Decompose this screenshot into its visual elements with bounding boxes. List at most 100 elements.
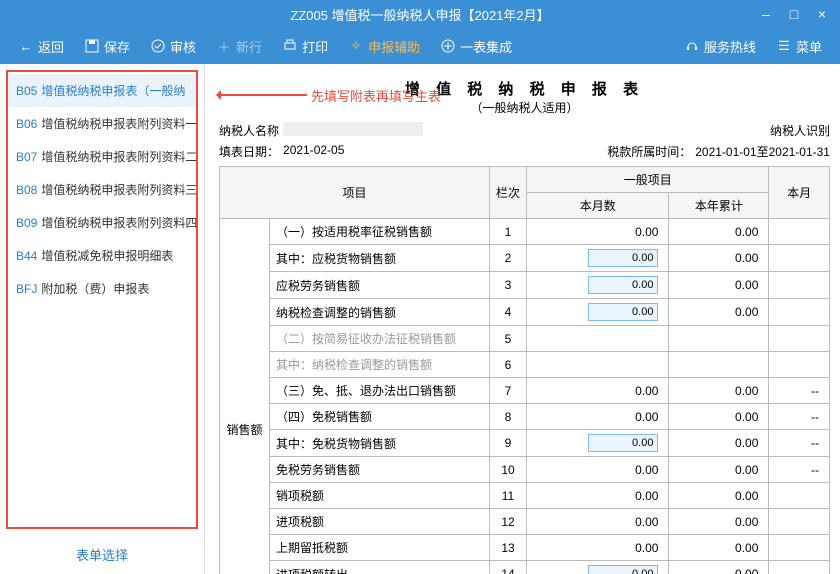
table-row: 上期留抵税额130.000.00 [220, 535, 830, 561]
th-month2: 本月 [769, 167, 830, 219]
extra-cell [769, 245, 830, 272]
table-row: 进项税额转出140.00 [220, 561, 830, 574]
menu-button[interactable]: ☰菜单 [768, 33, 830, 60]
year-cell: 0.00 [669, 219, 769, 245]
row-title: 进项税额 [270, 509, 490, 535]
sidebar-footer[interactable]: 表单选择 [0, 535, 204, 574]
table-row: 其中：应税货物销售额20.00 [220, 245, 830, 272]
report-table: 项目 栏次 一般项目 本月 本月数 本年累计 销售额（一）按适用税率征税销售额1… [219, 166, 830, 574]
payer-value [283, 122, 423, 136]
filldate-label: 填表日期： [219, 143, 279, 160]
month-input[interactable] [588, 303, 658, 321]
month-cell [527, 326, 669, 352]
group-cell: 销售额 [220, 219, 270, 574]
month-cell: 0.00 [527, 219, 669, 245]
extra-cell [769, 509, 830, 535]
sidebar-item-B44[interactable]: B44增值税减免税申报明细表 [8, 239, 196, 272]
month-input[interactable] [588, 276, 658, 294]
year-cell [669, 352, 769, 378]
sidebar-item-B08[interactable]: B08增值税纳税申报表附列资料三 [8, 173, 196, 206]
row-index: 11 [490, 483, 527, 509]
print-button[interactable]: 打印 [274, 33, 336, 60]
month-input[interactable] [588, 565, 658, 574]
month-cell: 0.00 [527, 378, 669, 404]
month-cell [527, 299, 669, 326]
sidebar-item-B06[interactable]: B06增值税纳税申报表附列资料一 [8, 107, 196, 140]
row-index: 8 [490, 404, 527, 430]
row-title: 进项税额转出 [270, 561, 490, 574]
hotline-button[interactable]: 服务热线 [676, 33, 764, 60]
row-title: （一）按适用税率征税销售额 [270, 219, 490, 245]
extra-cell [769, 272, 830, 299]
month-cell: 0.00 [527, 535, 669, 561]
month-cell [527, 561, 669, 574]
table-row: （四）免税销售额80.000.00-- [220, 404, 830, 430]
row-title: 应税劳务销售额 [270, 272, 490, 299]
month-cell [527, 272, 669, 299]
row-title: （三）免、抵、退办法出口销售额 [270, 378, 490, 404]
extra-cell [769, 535, 830, 561]
save-icon [84, 38, 100, 54]
plus-icon: ＋ [216, 38, 232, 54]
menu-icon: ☰ [776, 38, 792, 54]
extra-cell: -- [769, 404, 830, 430]
year-cell: 0.00 [669, 378, 769, 404]
table-row: 销项税额110.000.00 [220, 483, 830, 509]
title-bar: ZZ005 增值税一般纳税人申报【2021年2月】 – □ × [0, 0, 840, 28]
back-button[interactable]: ←返回 [10, 33, 72, 60]
sidebar-item-BFJ[interactable]: BFJ附加税（费）申报表 [8, 272, 196, 305]
year-cell: 0.00 [669, 509, 769, 535]
month-cell: 0.00 [527, 457, 669, 483]
extra-cell [769, 219, 830, 245]
sidebar: B05增值税纳税申报表（一般纳B06增值税纳税申报表附列资料一B07增值税纳税申… [0, 64, 205, 574]
month-cell [527, 245, 669, 272]
row-index: 10 [490, 457, 527, 483]
annotation-text: 先填写附表再填写主表 [311, 86, 441, 105]
sidebar-item-B07[interactable]: B07增值税纳税申报表附列资料二 [8, 140, 196, 173]
sidebar-item-B05[interactable]: B05增值税纳税申报表（一般纳 [8, 74, 196, 107]
extra-cell: -- [769, 457, 830, 483]
year-cell: 0.00 [669, 404, 769, 430]
integ-button[interactable]: 一表集成 [432, 33, 520, 60]
id-label: 纳税人识别 [770, 122, 830, 139]
month-input[interactable] [588, 249, 658, 267]
year-cell: 0.00 [669, 483, 769, 509]
row-index: 2 [490, 245, 527, 272]
month-cell [527, 430, 669, 457]
close-button[interactable]: × [812, 6, 832, 22]
row-title: 纳税检查调整的销售额 [270, 299, 490, 326]
month-cell: 0.00 [527, 483, 669, 509]
extra-cell [769, 561, 830, 574]
audit-button[interactable]: 审核 [142, 33, 204, 60]
row-index: 3 [490, 272, 527, 299]
row-title: 免税劳务销售额 [270, 457, 490, 483]
table-row: 销售额（一）按适用税率征税销售额10.000.00 [220, 219, 830, 245]
sidebar-list: B05增值税纳税申报表（一般纳B06增值税纳税申报表附列资料一B07增值税纳税申… [6, 70, 198, 529]
table-row: （二）按简易征收办法征税销售额5 [220, 326, 830, 352]
row-index: 6 [490, 352, 527, 378]
row-title: （四）免税销售额 [270, 404, 490, 430]
year-cell: 0.00 [669, 299, 769, 326]
table-row: 应税劳务销售额30.00 [220, 272, 830, 299]
back-icon: ← [18, 38, 34, 54]
year-cell: 0.00 [669, 457, 769, 483]
th-project: 项目 [220, 167, 490, 219]
table-row: 纳税检查调整的销售额4 0.00 [220, 299, 830, 326]
row-title: 销项税额 [270, 483, 490, 509]
th-group: 一般项目 [527, 167, 769, 193]
row-index: 13 [490, 535, 527, 561]
save-button[interactable]: 保存 [76, 33, 138, 60]
toolbar: ←返回 保存 审核 ＋新行 打印 ✧申报辅助 一表集成 服务热线 ☰菜单 [0, 28, 840, 64]
assist-button[interactable]: ✧申报辅助 [340, 33, 428, 60]
row-index: 4 [490, 299, 527, 326]
extra-cell: -- [769, 378, 830, 404]
month-input[interactable] [588, 434, 658, 452]
extra-cell [769, 299, 830, 326]
row-index: 7 [490, 378, 527, 404]
table-row: （三）免、抵、退办法出口销售额70.000.00-- [220, 378, 830, 404]
minimize-button[interactable]: – [756, 6, 776, 22]
maximize-button[interactable]: □ [784, 6, 804, 22]
table-row: 其中：免税货物销售额90.00-- [220, 430, 830, 457]
sidebar-item-B09[interactable]: B09增值税纳税申报表附列资料四 [8, 206, 196, 239]
row-index: 9 [490, 430, 527, 457]
